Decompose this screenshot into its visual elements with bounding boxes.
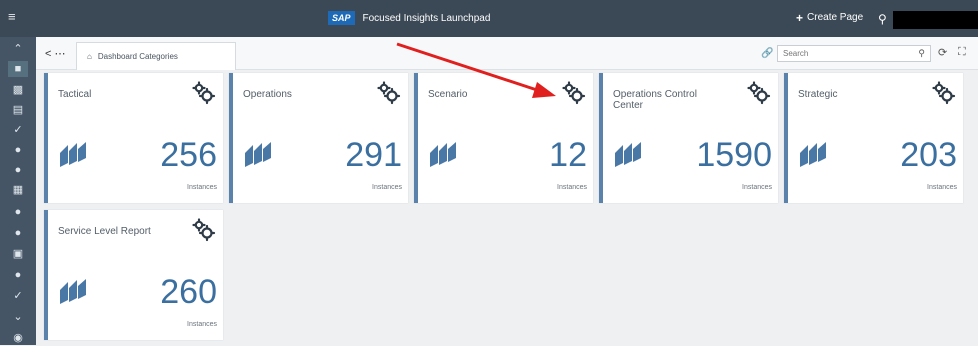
tile-count: 12 [549,136,587,174]
menu-icon[interactable]: ≡ [8,10,20,23]
sidebar: ⌃ ■ ▩ ▤ ✓ ● ● ▦ ● ● ▣ ● ✓ ⌄ ◉ [0,37,36,345]
brand: SAP Focused Insights Launchpad [328,11,490,25]
settings-gears-icon[interactable] [191,81,216,106]
user-name-redacted[interactable] [893,11,978,29]
dashboard-stack-icon [615,142,641,167]
sidebar-item-database-icon[interactable]: ● [8,204,28,220]
sidebar-item-cloud-icon[interactable]: ● [8,267,28,283]
app-title: Focused Insights Launchpad [362,12,491,24]
tile-title: Operations Control Center [613,89,697,111]
dashboard-tile[interactable]: Strategic 203 Instances [784,73,963,203]
settings-gears-icon[interactable] [191,218,216,243]
tile-unit-label: Instances [927,184,957,191]
sidebar-item-stack-icon[interactable]: ● [8,142,28,158]
dashboard-tile[interactable]: Tactical 256 Instances [44,73,223,203]
sidebar-item-check-icon[interactable]: ✓ [8,122,28,138]
tab-label: Dashboard Categories [97,52,178,61]
sidebar-item-list-icon[interactable]: ▤ [8,102,28,118]
dashboard-stack-icon [60,279,86,304]
search-field[interactable]: ⚲ [777,45,931,62]
sidebar-item-layers-icon[interactable]: ● [8,162,28,178]
create-page-button[interactable]: + Create Page [796,10,864,25]
tile-title: Strategic [798,89,838,100]
chevron-up-icon[interactable]: ⌃ [8,41,28,57]
plus-icon: + [796,10,804,25]
create-page-label: Create Page [807,12,864,23]
tile-count: 260 [160,273,217,311]
back-button[interactable]: < ⋯ [45,47,65,60]
dashboard-stack-icon [60,142,86,167]
settings-gears-icon[interactable] [746,81,771,106]
home-icon: ⌂ [87,52,92,61]
tile-unit-label: Instances [557,184,587,191]
sidebar-item-monitor-icon[interactable]: ▣ [8,246,28,262]
tile-title: Tactical [58,89,92,100]
tile-count: 256 [160,136,217,174]
fullscreen-icon[interactable]: ⛶ [958,46,966,59]
tile-unit-label: Instances [187,321,217,328]
dashboard-tile[interactable]: Operations 291 Instances [229,73,408,203]
tile-count: 1590 [696,136,772,174]
tile-count: 203 [900,136,957,174]
sub-toolbar: < ⋯ ⌂ Dashboard Categories 🔗 ⚲ ⟳ ⛶ [36,37,978,70]
dashboard-stack-icon [245,142,271,167]
tile-title: Scenario [428,89,468,100]
user-icon[interactable]: ⚲ [878,12,887,26]
sidebar-item-dashboards-icon[interactable]: ■ [8,61,28,77]
refresh-icon[interactable]: ⟳ [938,46,947,59]
dashboard-tile[interactable]: Scenario 12 Instances [414,73,593,203]
dashboard-stack-icon [430,142,456,167]
search-icon[interactable]: ⚲ [918,48,925,59]
shell-bar: ≡ SAP Focused Insights Launchpad + Creat… [0,0,978,37]
tile-count: 291 [345,136,402,174]
dashboard-tile[interactable]: Operations Control Center 1590 Instances [599,73,778,203]
sidebar-item-done-icon[interactable]: ✓ [8,288,28,304]
dashboard-stack-icon [800,142,826,167]
search-input[interactable] [783,49,919,58]
tile-unit-label: Instances [187,184,217,191]
tile-unit-label: Instances [742,184,772,191]
tab-dashboard-categories[interactable]: ⌂ Dashboard Categories [76,42,236,70]
tile-title: Operations [243,89,292,100]
settings-gears-icon[interactable] [561,81,586,106]
sidebar-item-calendar-icon[interactable]: ▦ [8,182,28,198]
sidebar-item-reports-icon[interactable]: ▩ [8,82,28,98]
sap-logo: SAP [328,11,355,25]
settings-gears-icon[interactable] [931,81,956,106]
settings-gears-icon[interactable] [376,81,401,106]
tile-unit-label: Instances [372,184,402,191]
help-icon[interactable]: ◉ [8,330,28,346]
dashboard-tile[interactable]: Service Level Report 260 Instances [44,210,223,340]
chevron-down-icon[interactable]: ⌄ [8,309,28,325]
sidebar-item-storage-icon[interactable]: ● [8,225,28,241]
link-icon[interactable]: 🔗 [761,48,773,59]
tile-title: Service Level Report [58,226,151,237]
